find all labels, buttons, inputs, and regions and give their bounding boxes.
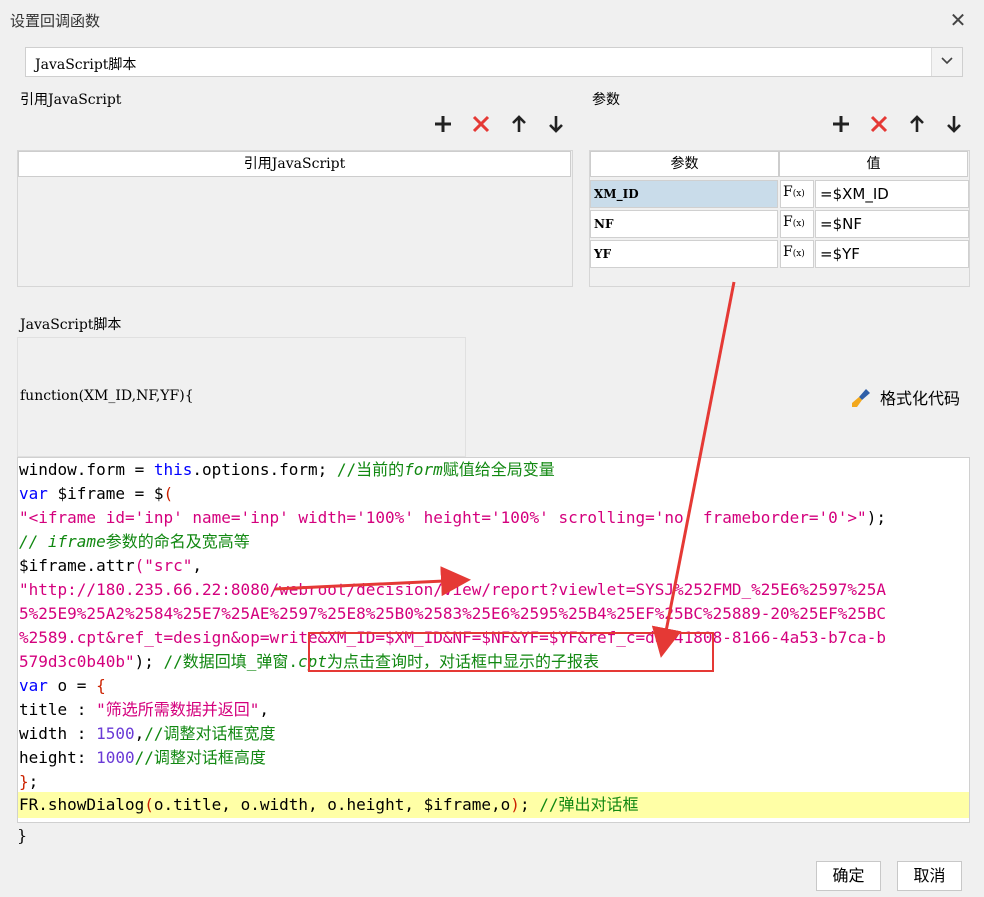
code-line: FR.showDialog(o.title, o.width, o.height… [19, 795, 639, 814]
code-line: "<iframe id='inp' name='inp' width='100%… [19, 508, 886, 527]
formula-icon[interactable]: F(x) [780, 210, 814, 238]
formula-icon[interactable]: F(x) [780, 240, 814, 268]
delete-x-icon[interactable] [468, 114, 494, 140]
code-line: window.form = this.options.form; //当前的fo… [19, 460, 555, 479]
dialog-title: 设置回调函数 [10, 12, 101, 30]
script-type-value: JavaScript脚本 [35, 57, 137, 73]
delete-x-icon[interactable] [866, 114, 892, 140]
code-line: }; [19, 772, 39, 791]
params-column-value[interactable]: 值 [779, 151, 968, 177]
ref-js-column-header[interactable]: 引用JavaScript [18, 151, 571, 177]
script-type-select[interactable]: JavaScript脚本 [25, 47, 963, 77]
code-line: var o = { [19, 676, 106, 695]
ref-js-label: 引用JavaScript [20, 92, 122, 108]
code-line: height: 1000//调整对话框高度 [19, 748, 266, 767]
plus-icon[interactable] [430, 114, 456, 140]
title-bar: 设置回调函数 ✕ [0, 0, 984, 40]
param-row-nf[interactable]: NF F(x) =$NF [590, 210, 970, 238]
function-signature: function(XM_ID,NF,YF){ [20, 388, 194, 404]
params-toolbar [828, 114, 973, 140]
formula-icon[interactable]: F(x) [780, 180, 814, 208]
script-label: JavaScript脚本 [20, 317, 122, 333]
param-name[interactable]: YF [590, 240, 778, 268]
param-name[interactable]: XM_ID [590, 180, 778, 208]
param-value[interactable]: =$YF [815, 240, 969, 268]
function-signature-area: function(XM_ID,NF,YF){ [17, 337, 466, 457]
ok-button[interactable]: 确定 [816, 861, 881, 891]
code-line: // iframe参数的命名及宽高等 [19, 532, 250, 551]
param-name[interactable]: NF [590, 210, 778, 238]
code-line: "http://180.235.66.22:8080/webroot/decis… [19, 580, 886, 599]
code-line: width : 1500,//调整对话框宽度 [19, 724, 276, 743]
plus-icon[interactable] [828, 114, 854, 140]
close-icon[interactable]: ✕ [946, 8, 970, 32]
code-line: title : "筛选所需数据并返回", [19, 700, 269, 719]
ref-js-toolbar [430, 114, 575, 140]
arrow-down-icon[interactable] [941, 114, 967, 140]
param-row-xm-id[interactable]: XM_ID F(x) =$XM_ID [590, 180, 970, 208]
params-column-name[interactable]: 参数 [590, 151, 779, 177]
params-label: 参数 [592, 92, 620, 108]
param-value[interactable]: =$XM_ID [815, 180, 969, 208]
annotation-box [308, 632, 714, 672]
arrow-up-icon[interactable] [904, 114, 930, 140]
code-line: var $iframe = $( [19, 484, 174, 503]
format-code-label: 格式化代码 [880, 389, 961, 408]
code-line: $iframe.attr("src", [19, 556, 203, 575]
code-line: 5%25E9%25A2%2584%25E7%25AE%2597%25E8%25B… [19, 604, 886, 623]
arrow-down-icon[interactable] [543, 114, 569, 140]
params-table: 参数 值 XM_ID F(x) =$XM_ID NF F(x) =$NF YF … [589, 150, 970, 287]
broom-icon [852, 389, 870, 407]
function-closing-brace: } [17, 826, 28, 845]
chevron-down-icon[interactable] [931, 48, 962, 76]
param-value[interactable]: =$NF [815, 210, 969, 238]
param-row-yf[interactable]: YF F(x) =$YF [590, 240, 970, 268]
ref-js-list[interactable]: 引用JavaScript [17, 150, 573, 287]
cancel-button[interactable]: 取消 [897, 861, 962, 891]
arrow-up-icon[interactable] [506, 114, 532, 140]
